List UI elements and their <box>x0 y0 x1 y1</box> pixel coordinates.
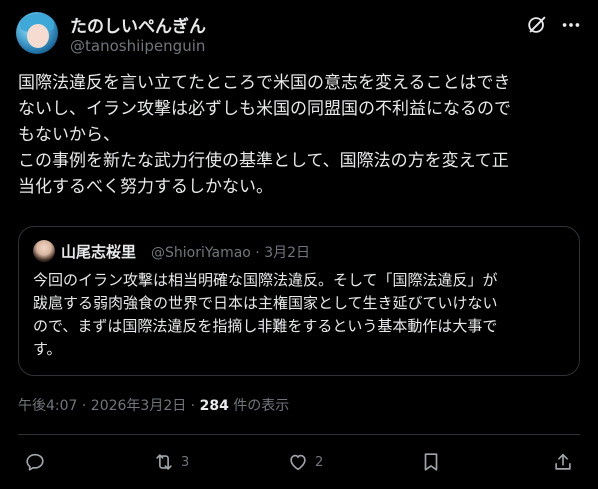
quoted-post-text: 今回のイラン攻撃は相当明確な国際法違反。そして「国際法違反」が 跋扈する弱肉強食… <box>33 269 573 361</box>
like-count: 2 <box>315 454 324 470</box>
grok-icon[interactable] <box>526 14 548 36</box>
like-button[interactable]: 2 <box>287 450 323 474</box>
post-text-line: もないから、 <box>18 125 120 145</box>
reply-icon <box>26 453 44 471</box>
author-handle[interactable]: @tanoshiipenguin <box>70 37 205 55</box>
quoted-text-line: ので、まずは国際法違反を指摘し非難をするという基本動作は大事で <box>33 317 498 335</box>
post-text: 国際法違反を言い立てたところで米国の意志を変えることはでき ないし、イラン攻撃は… <box>18 70 584 200</box>
share-button[interactable] <box>552 450 574 474</box>
post-text-line: この事例を新たな武力行使の基準として、国際法の方を変えて正 <box>18 151 509 171</box>
author-display-name[interactable]: たのしいぺんぎん <box>70 12 206 37</box>
heart-icon <box>290 454 306 471</box>
reply-button[interactable] <box>24 450 52 474</box>
more-icon[interactable] <box>560 14 582 36</box>
post-meta: 午後4:07 · 2026年3月2日 · 284 件の表示 <box>18 395 289 415</box>
views-label: 件の表示 <box>228 398 290 414</box>
quoted-text-line: 跋扈する弱肉強食の世界で日本は主権国家として生き延びていけない <box>33 294 498 312</box>
post-timestamp[interactable]: 午後4:07 · 2026年3月2日 · <box>18 398 200 414</box>
quoted-author-avatar <box>33 240 55 262</box>
bookmark-icon <box>424 453 438 471</box>
author-avatar[interactable] <box>16 12 58 54</box>
share-icon <box>555 453 571 470</box>
views-count: 284 <box>199 398 229 414</box>
bookmark-button[interactable] <box>420 450 442 474</box>
quoted-text-line: 今回のイラン攻撃は相当明確な国際法違反。そして「国際法違反」が <box>33 271 498 289</box>
quoted-author-meta: @ShioriYamao · 3月2日 <box>151 245 311 261</box>
post-text-line: ないし、イラン攻撃は必ずしも米国の同盟国の不利益になるので <box>18 99 511 119</box>
repost-button[interactable]: 3 <box>153 450 189 474</box>
post-text-line: 当化するべく努力するしかない。 <box>18 177 273 197</box>
repost-count: 3 <box>181 454 190 470</box>
action-divider <box>18 434 580 435</box>
quoted-text-line: す。 <box>33 340 62 358</box>
quoted-author-name: 山尾志桜里 <box>61 243 137 261</box>
repost-icon <box>156 454 172 470</box>
avatar-face <box>27 24 49 48</box>
post-text-line: 国際法違反を言い立てたところで米国の意志を変えることはでき <box>18 73 511 93</box>
quoted-post[interactable]: 山尾志桜里 @ShioriYamao · 3月2日 今回のイラン攻撃は相当明確な… <box>18 226 580 376</box>
